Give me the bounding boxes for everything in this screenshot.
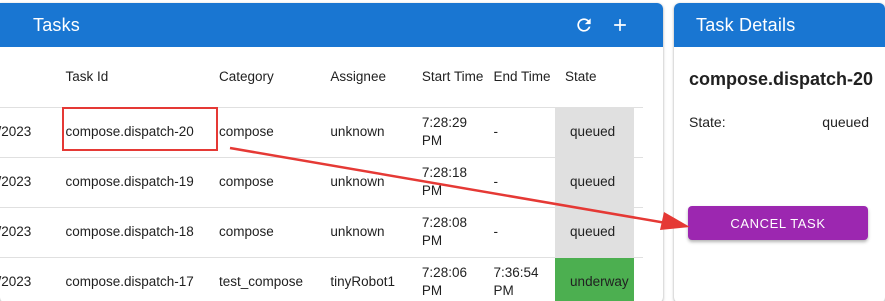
selected-task-name: compose.dispatch-20 xyxy=(689,69,874,89)
cell-assignee: unknown xyxy=(320,107,412,158)
cell-date: 5/2023 xyxy=(0,257,56,301)
cell-end-time: - xyxy=(483,207,556,258)
cell-end-time: - xyxy=(483,157,556,208)
cell-date: 5/2023 xyxy=(0,157,56,208)
task-details-header: Task Details xyxy=(674,3,885,47)
cell-date: 5/2023 xyxy=(0,207,56,258)
cell-start-time: 7:28:08 PM xyxy=(411,207,484,258)
column-header-state[interactable]: State xyxy=(555,47,635,108)
column-header-start-time[interactable]: Start Time xyxy=(411,47,484,108)
cell-date: 5/2023 xyxy=(0,107,56,158)
cell-start-time: 7:28:29 PM xyxy=(411,107,484,158)
cancel-task-button[interactable]: CANCEL TASK xyxy=(688,206,868,240)
cell-start-time: 7:28:18 PM xyxy=(411,157,484,208)
column-header-category[interactable]: Category xyxy=(208,47,321,108)
cell-task-id: compose.dispatch-17 xyxy=(55,257,209,301)
table-header-row: e Task Id Category Assignee Start Time E… xyxy=(0,47,643,108)
column-header-end-time[interactable]: End Time xyxy=(483,47,556,108)
cell-state: queued xyxy=(555,107,635,158)
table-row[interactable]: 5/2023 compose.dispatch-19 compose unkno… xyxy=(0,157,643,208)
table-row[interactable]: 5/2023 compose.dispatch-18 compose unkno… xyxy=(0,207,643,258)
table-row[interactable]: 5/2023 compose.dispatch-17 test_compose … xyxy=(0,257,643,301)
task-details-title: Task Details xyxy=(696,14,796,35)
cell-assignee: unknown xyxy=(320,157,412,208)
cell-category: test_compose xyxy=(208,257,321,301)
cell-start-time: 7:28:06 PM xyxy=(411,257,484,301)
refresh-icon[interactable] xyxy=(574,15,594,35)
add-icon[interactable] xyxy=(610,15,630,35)
tasks-header: Tasks xyxy=(0,3,663,47)
cell-end-time: 7:36:54 PM xyxy=(483,257,556,301)
cell-task-id: compose.dispatch-18 xyxy=(55,207,209,258)
cell-assignee: tinyRobot1 xyxy=(320,257,412,301)
task-state-row: State: queued xyxy=(689,114,869,130)
cell-state: queued xyxy=(555,207,635,258)
cell-state: queued xyxy=(555,157,635,208)
tasks-table: e Task Id Category Assignee Start Time E… xyxy=(0,47,643,301)
table-row[interactable]: 5/2023 compose.dispatch-20 compose unkno… xyxy=(0,107,643,158)
cell-category: compose xyxy=(208,107,321,158)
scroll-gutter xyxy=(634,47,643,108)
cell-state: underway xyxy=(555,257,635,301)
cell-task-id: compose.dispatch-20 xyxy=(55,107,209,158)
tasks-table-container[interactable]: e Task Id Category Assignee Start Time E… xyxy=(0,47,663,301)
state-value: queued xyxy=(822,114,869,130)
cell-task-id: compose.dispatch-19 xyxy=(55,157,209,208)
column-header-assignee[interactable]: Assignee xyxy=(320,47,412,108)
cell-category: compose xyxy=(208,157,321,208)
tasks-title: Tasks xyxy=(33,14,81,35)
task-details-panel: Task Details compose.dispatch-20 State: … xyxy=(674,3,885,301)
cell-category: compose xyxy=(208,207,321,258)
state-label: State: xyxy=(689,114,726,130)
tasks-panel: Tasks e Task Id Category Assignee Start … xyxy=(0,3,663,301)
cell-assignee: unknown xyxy=(320,207,412,258)
column-header-date[interactable]: e xyxy=(0,47,56,108)
column-header-task-id[interactable]: Task Id xyxy=(55,47,209,108)
cell-end-time: - xyxy=(483,107,556,158)
